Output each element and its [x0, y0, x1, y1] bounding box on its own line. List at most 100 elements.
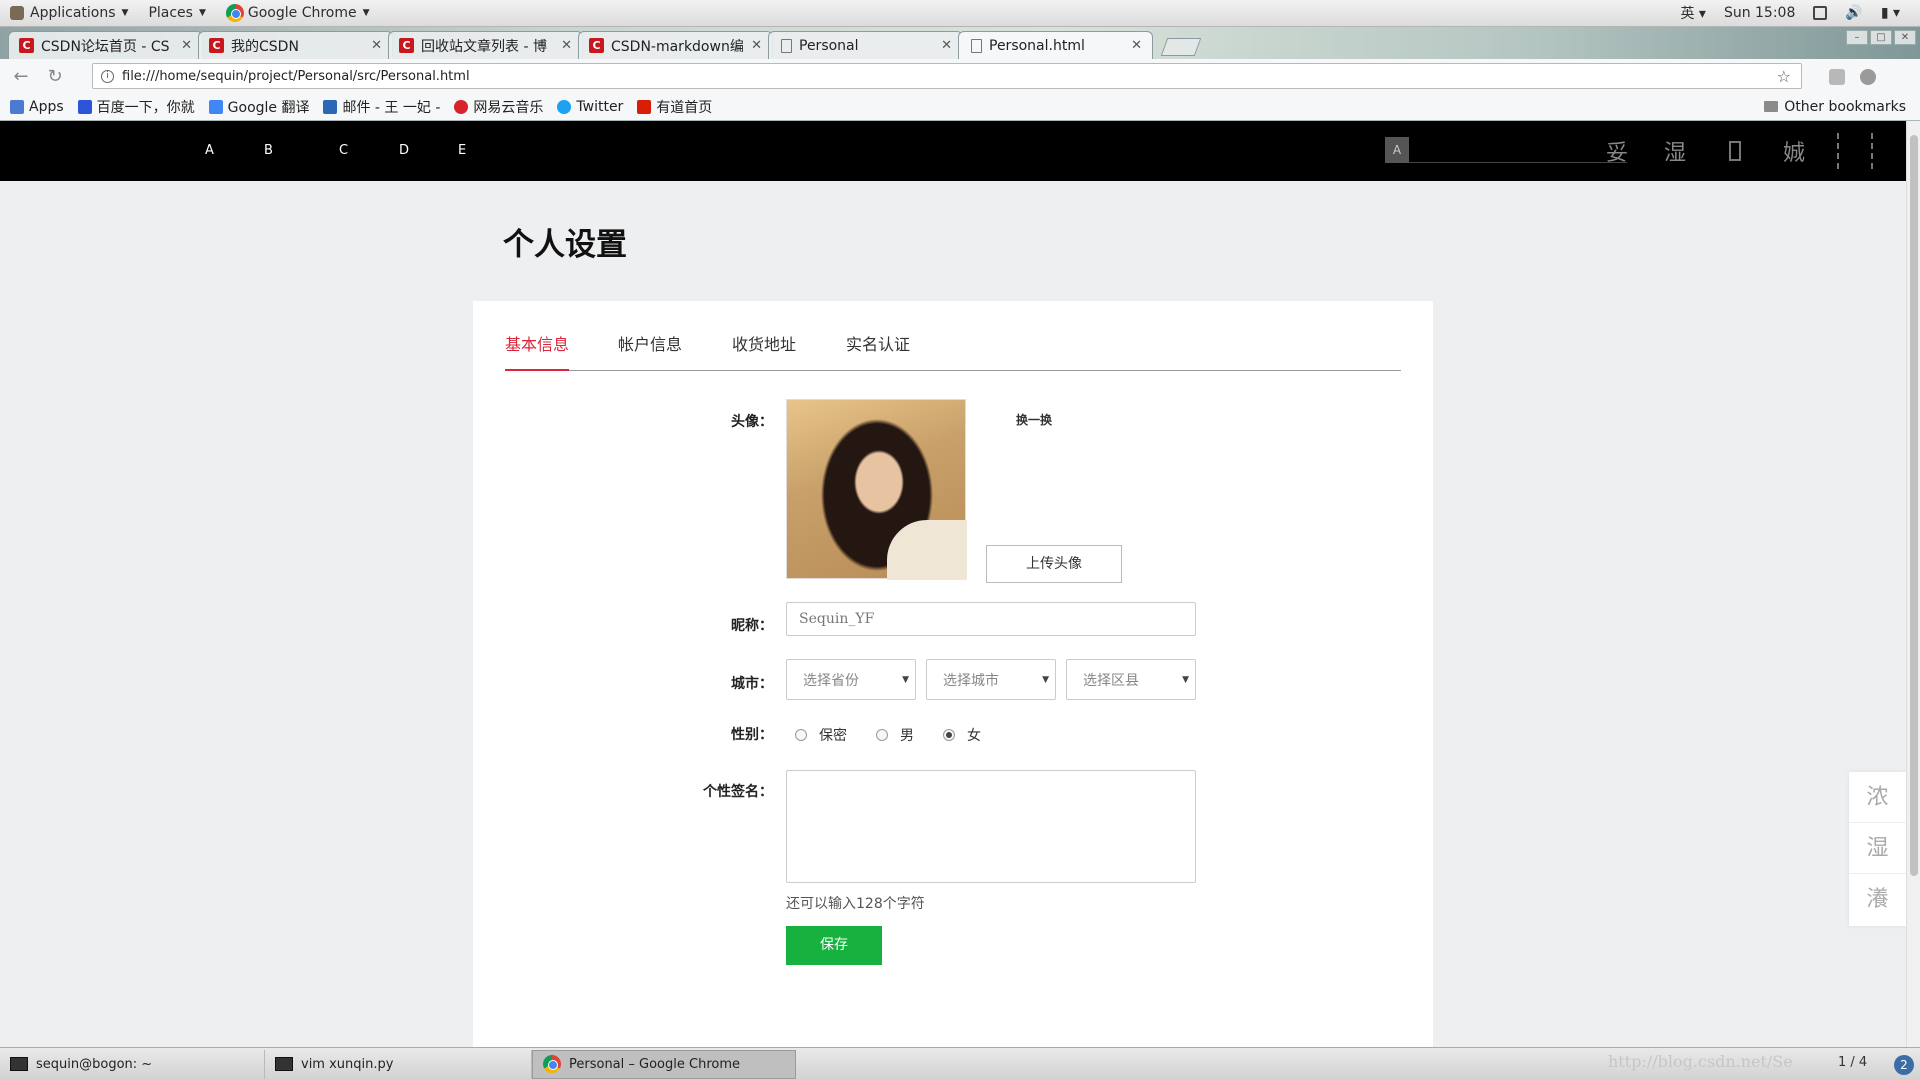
radio-checked-icon[interactable] [943, 729, 955, 741]
csdn-icon: C [399, 38, 414, 53]
bookmark-apps[interactable]: Apps [10, 99, 64, 115]
nav-link-a[interactable]: A [205, 143, 214, 158]
csdn-icon: C [209, 38, 224, 53]
float-button-1[interactable]: 浓 [1849, 772, 1906, 823]
star-icon[interactable]: ☆ [1777, 67, 1791, 86]
clock[interactable]: Sun 15:08 [1724, 5, 1795, 21]
page-scrollbar[interactable] [1906, 121, 1920, 1047]
signature-textarea[interactable] [786, 770, 1196, 883]
bookmark-youdao[interactable]: 有道首页 [637, 97, 712, 117]
apps-icon [10, 99, 24, 114]
site-search[interactable]: A [1385, 137, 1627, 163]
bookmark-google-translate[interactable]: Google 翻译 [208, 97, 309, 117]
tab-account-info[interactable]: 帐户信息 [618, 331, 682, 369]
city-label: 城市： [731, 676, 773, 692]
save-button[interactable]: 保存 [786, 926, 882, 965]
bookmark-baidu[interactable]: 百度一下，你就 [77, 97, 195, 117]
upload-avatar-button[interactable]: 上传头像 [986, 545, 1122, 583]
close-icon[interactable]: ✕ [181, 38, 192, 53]
extension-icon[interactable] [1860, 69, 1876, 85]
province-select[interactable]: 选择省份 ▼ [786, 659, 916, 700]
reload-button[interactable]: ↻ [42, 63, 68, 89]
gender-option-male[interactable]: 男 [876, 725, 914, 745]
radio-icon[interactable] [876, 729, 888, 741]
browser-tab[interactable]: C CSDN论坛首页 - CS ✕ [8, 31, 203, 59]
gender-option-label: 保密 [819, 728, 847, 744]
gender-option-female[interactable]: 女 [943, 725, 981, 745]
scrollbar-thumb[interactable] [1910, 135, 1918, 876]
search-button[interactable]: A [1385, 137, 1409, 163]
bookmark-mail[interactable]: 邮件 - 王 一妃 - [323, 97, 440, 117]
browser-tab[interactable]: C 回收站文章列表 - 博 ✕ [388, 31, 583, 59]
browser-toolbar: ← ↻ i file:///home/sequin/project/Person… [0, 59, 1920, 93]
task-terminal[interactable]: sequin@bogon: ~ [0, 1049, 265, 1079]
tab-strip: C CSDN论坛首页 - CS ✕ C 我的CSDN ✕ C 回收站文章列表 -… [8, 29, 1202, 59]
screen-icon[interactable] [1813, 6, 1828, 20]
bookmark-label: 有道首页 [656, 99, 713, 116]
district-select[interactable]: 选择区县 ▼ [1066, 659, 1196, 700]
battery-icon[interactable]: ▮ ▾ [1881, 5, 1900, 21]
nav-icon-1[interactable]: 妥 [1606, 135, 1628, 167]
other-bookmarks[interactable]: Other bookmarks [1764, 99, 1906, 115]
gender-label: 性别： [731, 727, 773, 743]
nav-link-b[interactable]: B [264, 143, 273, 158]
minimize-button[interactable]: – [1846, 30, 1868, 45]
bookmark-netease-music[interactable]: 网易云音乐 [454, 97, 543, 117]
workspace-pager[interactable]: 1 / 4 [1838, 1055, 1867, 1070]
maximize-button[interactable]: □ [1870, 30, 1892, 45]
new-tab-button[interactable] [1160, 38, 1202, 56]
google-translate-icon [208, 99, 223, 114]
tab-shipping-address[interactable]: 收货地址 [732, 331, 796, 369]
task-chrome[interactable]: Personal – Google Chrome [532, 1049, 796, 1079]
nickname-input[interactable]: Sequin_YF [786, 602, 1196, 636]
applications-label: Applications [30, 5, 116, 21]
gnome-top-bar: Applications ▼ Places ▼ Google Chrome ▼ … [0, 0, 1920, 27]
swap-avatar-link[interactable]: 换一换 [1016, 411, 1052, 428]
tab-basic-info[interactable]: 基本信息 [505, 331, 570, 371]
back-button[interactable]: ← [8, 63, 34, 89]
float-button-2[interactable]: 湿 [1849, 823, 1906, 874]
nav-link-c[interactable]: C [339, 143, 348, 158]
extension-icon[interactable] [1829, 69, 1845, 85]
avatar-icon[interactable] [1837, 133, 1873, 169]
task-vim[interactable]: vim xunqin.py [265, 1049, 532, 1079]
task-label: sequin@bogon: ~ [36, 1056, 153, 1072]
browser-tab[interactable]: C CSDN-markdown编 ✕ [578, 31, 773, 59]
task-label: vim xunqin.py [301, 1056, 394, 1072]
float-button-3[interactable]: 瀁 [1849, 874, 1906, 925]
close-window-button[interactable]: ✕ [1894, 30, 1916, 45]
info-icon[interactable]: i [101, 69, 114, 83]
nav-link-d[interactable]: D [399, 143, 409, 158]
close-icon[interactable]: ✕ [751, 38, 762, 53]
input-method-indicator[interactable]: 英 ▾ [1680, 3, 1705, 23]
close-icon[interactable]: ✕ [561, 38, 572, 53]
chevron-down-icon: ▼ [362, 8, 370, 18]
bookmark-label: 百度一下，你就 [96, 99, 195, 116]
browser-tab-active[interactable]: Personal.html ✕ [958, 31, 1153, 59]
active-app-menu[interactable]: Google Chrome ▼ [216, 0, 380, 26]
tab-title: CSDN论坛首页 - CS [41, 38, 170, 55]
nav-icon-4[interactable]: 娍 [1783, 135, 1805, 167]
gender-option-secret[interactable]: 保密 [795, 725, 847, 745]
city-select[interactable]: 选择城市 ▼ [926, 659, 1056, 700]
close-icon[interactable]: ✕ [941, 38, 952, 53]
nav-box-icon[interactable] [1729, 141, 1741, 161]
radio-icon[interactable] [795, 729, 807, 741]
browser-frame: C CSDN论坛首页 - CS ✕ C 我的CSDN ✕ C 回收站文章列表 -… [0, 27, 1920, 121]
bookmark-label: Twitter [576, 98, 624, 115]
browser-tab[interactable]: C 我的CSDN ✕ [198, 31, 393, 59]
bookmark-twitter[interactable]: Twitter [557, 99, 623, 115]
applications-menu[interactable]: Applications ▼ [0, 0, 138, 26]
terminal-icon [275, 1057, 293, 1071]
address-bar[interactable]: i file:///home/sequin/project/Personal/s… [92, 63, 1802, 89]
nav-link-e[interactable]: E [458, 143, 466, 158]
tab-identity-verification[interactable]: 实名认证 [846, 331, 910, 369]
browser-tab[interactable]: Personal ✕ [768, 31, 963, 59]
close-icon[interactable]: ✕ [1131, 38, 1142, 53]
notification-badge[interactable]: 2 [1894, 1055, 1914, 1075]
caret-down-icon: ▼ [902, 675, 909, 685]
close-icon[interactable]: ✕ [371, 38, 382, 53]
volume-icon[interactable]: 🔊 [1845, 5, 1862, 21]
nav-icon-2[interactable]: 湿 [1664, 135, 1686, 167]
places-menu[interactable]: Places ▼ [138, 0, 215, 26]
